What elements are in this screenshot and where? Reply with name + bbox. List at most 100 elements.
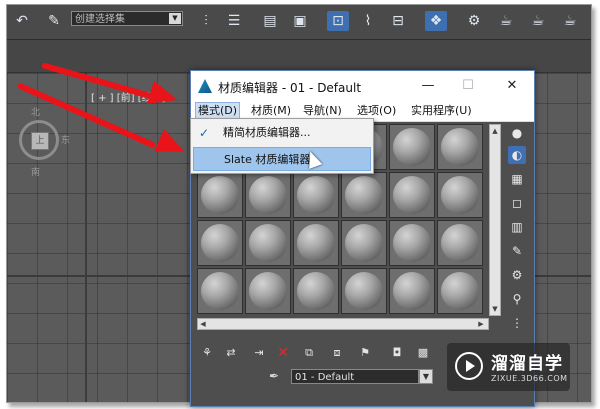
sample-slot[interactable] xyxy=(389,172,435,218)
sample-slot[interactable] xyxy=(389,268,435,314)
secondary-toolbar xyxy=(7,40,591,73)
material-sphere xyxy=(441,224,479,262)
sample-slot[interactable] xyxy=(341,172,387,218)
material-name-field[interactable]: 01 - Default xyxy=(291,369,419,384)
material-sphere xyxy=(297,272,335,310)
sample-slot[interactable] xyxy=(389,124,435,170)
material-sphere xyxy=(345,272,383,310)
sample-slot[interactable] xyxy=(245,172,291,218)
put-to-scene-icon[interactable]: ⇄ xyxy=(221,344,241,362)
sample-slot[interactable] xyxy=(197,172,243,218)
sample-slot[interactable] xyxy=(293,268,339,314)
make-unique-icon[interactable]: ⧈ xyxy=(327,344,347,362)
chevron-down-icon[interactable]: ▼ xyxy=(169,13,181,24)
make-copy-icon[interactable]: ⧉ xyxy=(299,344,319,362)
play-logo-icon xyxy=(455,352,483,380)
sample-type-icon[interactable]: ● xyxy=(508,124,526,142)
scroll-up-icon[interactable]: ▲ xyxy=(490,125,500,137)
schematic-icon[interactable]: ⊟ xyxy=(387,11,409,31)
menu-utilities[interactable]: 实用程序(U) xyxy=(409,103,474,119)
render-icon[interactable]: ☕ xyxy=(527,11,549,31)
dialog-title: 材质编辑器 - 01 - Default xyxy=(218,81,362,95)
uv-tiling-icon[interactable]: ◻ xyxy=(508,194,526,212)
curve-editor-icon[interactable]: ⊡ xyxy=(327,11,349,31)
sample-slot[interactable] xyxy=(197,220,243,266)
sample-horizontal-scrollbar[interactable]: ◀ ▶ xyxy=(197,318,489,330)
undo-icon[interactable]: ↶ xyxy=(11,11,33,31)
material-sphere xyxy=(345,224,383,262)
material-sphere xyxy=(393,176,431,214)
select-by-material-icon[interactable]: ⚲ xyxy=(508,290,526,308)
options-icon[interactable]: ⚙ xyxy=(508,266,526,284)
background-icon[interactable]: ▦ xyxy=(508,170,526,188)
dialog-titlebar[interactable]: 材质编辑器 - 01 - Default — ☐ ✕ xyxy=(191,71,534,101)
scroll-left-icon[interactable]: ◀ xyxy=(198,318,208,330)
render-setup-icon[interactable]: ⚙ xyxy=(463,11,485,31)
material-sphere xyxy=(201,224,239,262)
material-sphere xyxy=(441,176,479,214)
mirror-icon[interactable]: ⫶ xyxy=(195,11,217,31)
edit-named-sel-icon[interactable]: ✎ xyxy=(43,11,65,31)
sample-slot[interactable] xyxy=(389,220,435,266)
viewcube-face[interactable]: 上 xyxy=(31,132,49,150)
material-sphere xyxy=(393,128,431,166)
sample-slot[interactable] xyxy=(437,172,483,218)
show-map-icon[interactable]: ▩ xyxy=(413,344,433,362)
close-button[interactable]: ✕ xyxy=(497,75,527,97)
sample-slot[interactable] xyxy=(293,172,339,218)
sample-slot[interactable] xyxy=(437,220,483,266)
sample-slot[interactable] xyxy=(197,268,243,314)
sample-slot[interactable] xyxy=(293,220,339,266)
watermark: 溜溜自学 ZIXUE.3D66.COM xyxy=(447,343,570,391)
minimize-button[interactable]: — xyxy=(413,75,443,97)
align-icon[interactable]: ☰ xyxy=(223,11,245,31)
material-type-dropdown[interactable]: ▼ xyxy=(419,369,433,384)
viewcube-east: 东 xyxy=(61,136,71,146)
viewcube-south: 南 xyxy=(31,168,41,178)
eyedropper-icon[interactable]: ✒ xyxy=(269,369,283,383)
main-toolbar: ↶ ✎ 创建选择集 ▼ ⫶ ☰ ▤ ▣ ⊡ ⌇ ⊟ ❖ ⚙ ☕ ☕ ☕ xyxy=(7,5,591,40)
material-map-navigator-icon[interactable]: ⋮ xyxy=(508,314,526,332)
material-sphere xyxy=(393,272,431,310)
maximize-button[interactable]: ☐ xyxy=(453,75,483,97)
scene-explorer-icon[interactable]: ▣ xyxy=(289,11,311,31)
sample-slot[interactable] xyxy=(437,268,483,314)
menu-material[interactable]: 材质(M) xyxy=(249,103,293,119)
material-sphere xyxy=(441,128,479,166)
layer-icon[interactable]: ▤ xyxy=(259,11,281,31)
checkmark-icon: ✓ xyxy=(199,126,210,140)
sample-slot[interactable] xyxy=(341,220,387,266)
material-sphere xyxy=(249,224,287,262)
video-color-check-icon[interactable]: ▥ xyxy=(508,218,526,236)
sample-slot[interactable] xyxy=(437,124,483,170)
put-to-library-icon[interactable]: ⚑ xyxy=(355,344,375,362)
material-sphere xyxy=(297,176,335,214)
menu-item-compact-editor[interactable]: ✓ 精简材质编辑器... xyxy=(193,121,371,145)
sample-slot[interactable] xyxy=(245,268,291,314)
backlight-icon[interactable]: ◐ xyxy=(508,146,526,164)
sample-slot[interactable] xyxy=(341,268,387,314)
make-preview-icon[interactable]: ✎ xyxy=(508,242,526,260)
reset-map-icon[interactable]: ✕ xyxy=(273,344,293,362)
scroll-right-icon[interactable]: ▶ xyxy=(476,318,486,330)
viewport-divider-vertical[interactable] xyxy=(85,73,87,402)
teapot-icon[interactable]: ☕ xyxy=(559,11,581,31)
material-id-icon[interactable]: ◘ xyxy=(387,344,407,362)
material-sphere xyxy=(393,224,431,262)
selection-set-dropdown[interactable]: 创建选择集 ▼ xyxy=(71,11,183,26)
menu-navigation[interactable]: 导航(N) xyxy=(301,103,344,119)
assign-material-icon[interactable]: ⇥ xyxy=(249,344,269,362)
sample-slot[interactable] xyxy=(245,220,291,266)
watermark-title: 溜溜自学 xyxy=(491,354,563,374)
graph-editor-icon[interactable]: ⌇ xyxy=(357,11,379,31)
render-frame-icon[interactable]: ☕ xyxy=(495,11,517,31)
menu-options[interactable]: 选项(O) xyxy=(355,103,398,119)
viewcube[interactable]: 上 xyxy=(19,120,59,160)
get-material-icon[interactable]: ⚘ xyxy=(197,344,217,362)
scroll-down-icon[interactable]: ▼ xyxy=(490,303,500,315)
material-sphere xyxy=(201,176,239,214)
material-editor-icon[interactable]: ❖ xyxy=(425,11,447,31)
watermark-url: ZIXUE.3D66.COM xyxy=(491,374,568,383)
menu-item-slate-editor[interactable]: Slate 材质编辑器... xyxy=(193,147,371,171)
sample-vertical-scrollbar[interactable]: ▲ ▼ xyxy=(489,124,501,316)
